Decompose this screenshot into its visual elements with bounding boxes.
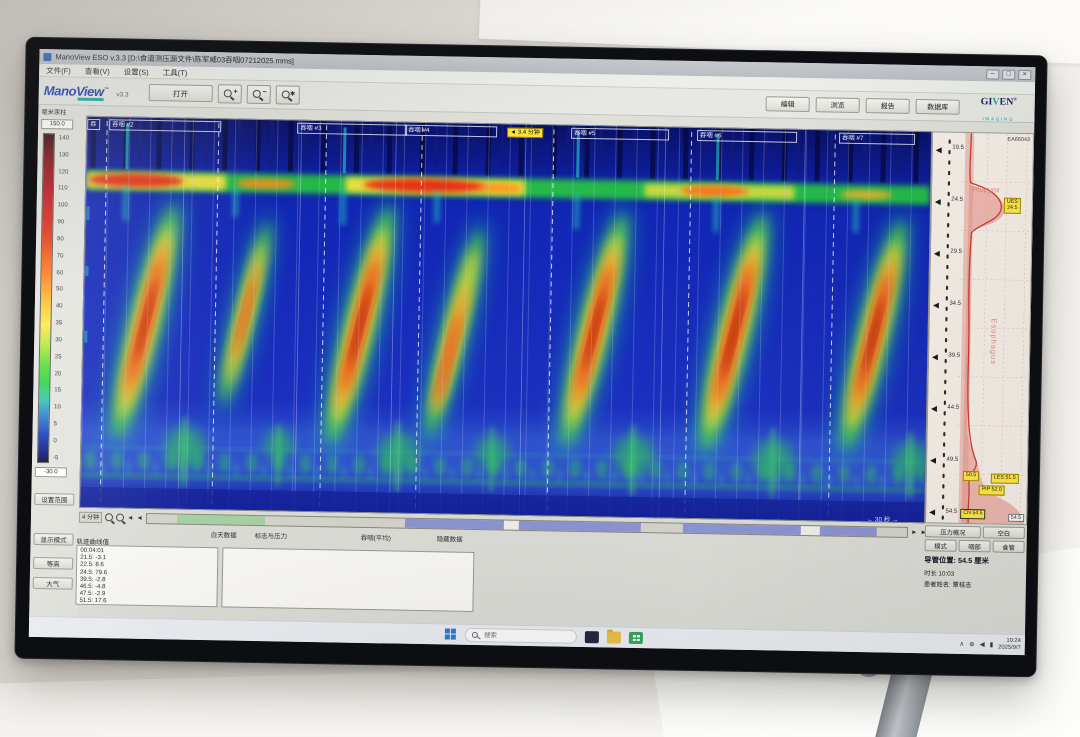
table-row: 51.5: 17.6 <box>79 597 213 607</box>
units-label: 毫米汞柱 <box>41 107 66 116</box>
swallow-label[interactable]: 吞咽 #4 <box>405 125 497 138</box>
swallow-label[interactable]: 吞咽 #3 <box>297 123 407 136</box>
patient-name: 患者姓名: 覃桂志 <box>924 579 1024 590</box>
timeline-zoom-in-icon[interactable] <box>105 513 113 521</box>
pressure-profile-panel[interactable]: EA66043 19.524.5 29.534.5 39.544.5 49.55… <box>925 131 1034 525</box>
mode-browse-button[interactable]: 浏览 <box>816 97 860 113</box>
photo-of-monitor: ManoView ESO v.3.3 [D:\食道测压源文件\陈军威03吞咽07… <box>0 0 1080 737</box>
zoom-select-button[interactable]: ∗ <box>275 85 299 104</box>
magnifier-icon <box>281 90 289 98</box>
minimize-button[interactable]: – <box>986 69 999 79</box>
magnifier-icon <box>252 90 260 98</box>
trace-values-table[interactable]: 00:04:01 21.5: -3.1 22.5: 8.6 24.5: 79.6… <box>75 545 218 608</box>
filter-day-data[interactable]: 白天数据 <box>211 529 237 539</box>
pharynx-label: Pharynx <box>972 185 1000 195</box>
pressure-profile-button[interactable]: 压力概况 <box>925 525 981 538</box>
heatmap-plot <box>80 117 931 522</box>
color-scale-bar <box>37 133 55 463</box>
search-icon <box>472 632 478 638</box>
taskbar-clock[interactable]: 10:24 2025/9/7 <box>998 637 1021 652</box>
screen: ManoView ESO v.3.3 [D:\食道测压源文件\陈军威03吞咽07… <box>29 49 1036 655</box>
color-scale-ticks: 140130 120110 10090 8070 6050 4035 3025 … <box>53 135 69 461</box>
mode-button[interactable]: 模式 <box>925 539 957 552</box>
mode-report-button[interactable]: 报告 <box>866 98 910 114</box>
notes-box[interactable] <box>221 547 474 612</box>
network-icon[interactable]: ⊕ <box>969 640 975 648</box>
swallow-label[interactable]: 吞咽 #7 <box>839 133 915 145</box>
zoom-in-button[interactable]: + <box>217 84 241 103</box>
pharynx-view-button[interactable]: 咽部 <box>959 540 991 553</box>
scale-min-value[interactable]: -30.0 <box>35 467 67 478</box>
given-imaging-logo: GIVEN® IMAGING <box>967 91 1030 124</box>
device-serial: EA66043 <box>1007 137 1030 143</box>
tray-chevron-icon[interactable]: ∧ <box>959 640 964 648</box>
close-button[interactable]: × <box>1018 69 1031 79</box>
version-label: v3.3 <box>116 91 128 98</box>
ues-badge[interactable]: UES24.5 <box>1004 198 1021 214</box>
clock-time: 10:24 <box>1006 638 1021 644</box>
monitor: ManoView ESO v.3.3 [D:\食道测压源文件\陈军威03吞咽07… <box>14 37 1047 678</box>
search-input[interactable] <box>482 631 552 641</box>
pip-badge[interactable]: PIP 52.0 <box>979 485 1005 495</box>
time-window-label[interactable]: 4 分钟 <box>79 511 102 522</box>
mode-database-button[interactable]: 数据库 <box>916 99 960 115</box>
swallow-label[interactable]: 吞 <box>87 119 100 130</box>
menu-view[interactable]: 查看(V) <box>85 65 110 76</box>
zoom-out-button[interactable]: − <box>246 85 270 104</box>
swallow-label[interactable]: 吞咽 #2 <box>109 119 221 132</box>
blank-button[interactable]: 空白 <box>983 526 1025 539</box>
scroll-left-button[interactable]: ◄ <box>136 514 143 521</box>
menu-settings[interactable]: 设置(S) <box>124 66 149 77</box>
swallow-label[interactable]: 吞咽 #5 <box>571 128 669 141</box>
set-range-button[interactable]: 设置范围 <box>34 493 74 506</box>
file-explorer-icon[interactable] <box>607 631 621 643</box>
battery-icon[interactable]: ▮ <box>990 640 994 648</box>
esophagus-view-button[interactable]: 食管 <box>992 540 1024 553</box>
atmospheric-button[interactable]: 大气 <box>33 577 73 590</box>
pressure-topography-heatmap[interactable]: 吞 吞咽 #2 吞咽 #3 吞咽 #4 吞咽 #5 吞咽 #6 吞咽 #7 ◄ … <box>79 116 932 523</box>
sensor-depth-labels: 19.524.5 29.534.5 39.544.5 49.554.5 <box>926 144 965 515</box>
time-interval-badge[interactable]: ◄ 3.4 分钟 <box>507 128 543 139</box>
study-duration: 时长 10:03 <box>924 568 1024 579</box>
menu-tools[interactable]: 工具(T) <box>163 67 188 78</box>
windows-taskbar: ∧ ⊕ ◀ ▮ 10:24 2025/9/7 <box>29 616 1025 655</box>
catheter-position: 导管位置: 54.5 厘米 <box>924 555 1024 567</box>
display-mode-button[interactable]: 显示模式 <box>33 533 73 546</box>
manoview-logo: ManoView™ <box>44 83 109 99</box>
marker-badge-50[interactable]: 50.5 <box>963 471 979 481</box>
filter-landmarks-pressures[interactable]: 标志与压力 <box>255 530 288 541</box>
scale-max-value[interactable]: 150.0 <box>41 119 73 130</box>
time-scale-marker: ← 30 秒 → <box>867 514 898 523</box>
start-button[interactable] <box>445 628 457 640</box>
clock-date: 2025/9/7 <box>998 645 1021 651</box>
mode-edit-button[interactable]: 编辑 <box>766 96 810 112</box>
depth-corner-badge: 54.5 <box>1008 514 1024 522</box>
taskbar-app-icon-dark[interactable] <box>585 631 599 643</box>
taskbar-search[interactable] <box>465 628 577 644</box>
manoview-taskbar-icon[interactable] <box>629 632 643 644</box>
filter-swallow-average[interactable]: 吞咽(平均) <box>361 532 392 543</box>
timeline-zoom-out-icon[interactable] <box>116 513 124 521</box>
esophagus-label: Esophagus <box>989 318 999 365</box>
cn-badge[interactable]: CN 54.5 <box>960 509 986 519</box>
les-badge[interactable]: LES 51.5 <box>991 473 1019 483</box>
app-icon <box>43 53 51 61</box>
study-summary-panel: 压力概况 空白 模式 咽部 食管 导管位置: 54.5 厘米 时长 10:03 … <box>924 525 1025 590</box>
volume-icon[interactable]: ◀ <box>980 640 985 648</box>
scroll-left-button[interactable]: ◄ <box>127 514 134 521</box>
contour-button[interactable]: 等高 <box>33 557 73 570</box>
scroll-right-button[interactable]: ► <box>911 528 918 535</box>
open-button[interactable]: 打开 <box>148 84 212 102</box>
maximize-button[interactable]: □ <box>1002 69 1015 79</box>
menu-file[interactable]: 文件(F) <box>46 65 71 76</box>
filter-hide-data[interactable]: 隐藏数据 <box>437 533 463 543</box>
magnifier-icon <box>224 89 232 97</box>
swallow-label[interactable]: 吞咽 #6 <box>697 130 797 143</box>
